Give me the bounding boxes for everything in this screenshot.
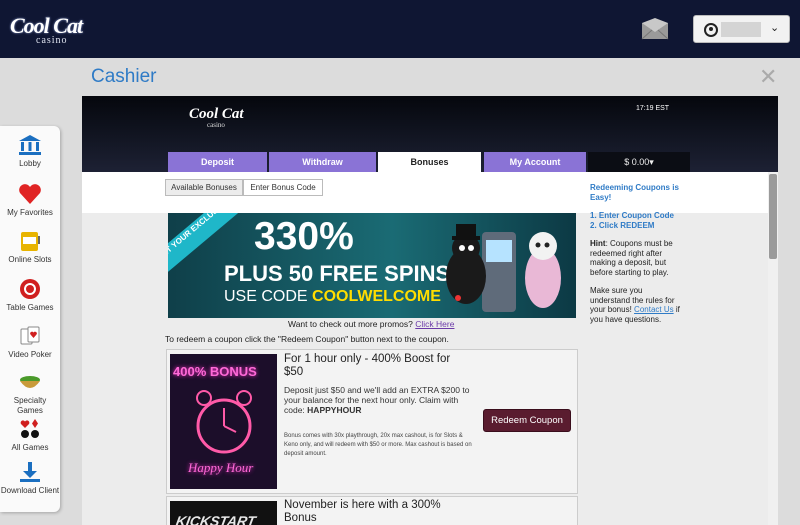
alarm-clock-icon (196, 390, 252, 454)
cashier-frame: Cool Cat casino 17:19 EST Deposit Withdr… (82, 96, 778, 525)
user-icon (704, 23, 718, 37)
coupon-description: Deposit just $50 and we'll add an EXTRA … (284, 385, 474, 415)
click-here-link[interactable]: Click Here (415, 319, 454, 329)
game-sidebar: Lobby My Favorites Online Slots Table Ga… (0, 126, 60, 512)
coupon-title: For 1 hour only - 400% Boost for $50 (284, 353, 451, 378)
top-header: Cool Cat casino ⌄ (0, 0, 800, 58)
more-promos-text: Want to check out more promos? Click Her… (288, 319, 454, 329)
sidebar-item-label: Download Client (0, 486, 60, 495)
cashier-header: Cool Cat casino 17:19 EST Deposit Withdr… (82, 96, 778, 174)
coupon-card: KICKSTART November is here with a 300% B… (166, 496, 578, 525)
help-step-1: 1. Enter Coupon Code (590, 211, 674, 220)
logo-sub-text: casino (36, 35, 68, 46)
bowl-icon (20, 376, 40, 388)
banner-headline: 330% (254, 215, 354, 258)
subtab-enter-bonus-code[interactable]: Enter Bonus Code (243, 179, 323, 196)
sidebar-item-video-poker[interactable]: Video Poker (0, 325, 60, 360)
redeem-coupon-button[interactable]: Redeem Coupon (483, 409, 571, 432)
sidebar-item-label: My Favorites (7, 208, 53, 217)
coupon-thumbnail: KICKSTART (170, 501, 277, 525)
coupon-help-panel: Redeeming Coupons is Easy! 1. Enter Coup… (590, 183, 682, 333)
sidebar-item-label: Online Slots (8, 255, 52, 264)
site-logo[interactable]: Cool Cat casino (10, 13, 92, 47)
cards-icon (20, 326, 40, 345)
slot-machine-icon (21, 232, 40, 251)
more-promos-question: Want to check out more promos? (288, 319, 413, 329)
clock-time: 17:19 EST (636, 105, 670, 112)
mail-icon[interactable] (641, 18, 669, 40)
help-step-2: 2. Click REDEEM (590, 220, 655, 230)
coupon-fine-print: Bonus comes with 30x playthrough, 20x ma… (284, 433, 472, 457)
coupon-thumbnail: 400% BONUS Happy Hour (170, 354, 277, 489)
cashier-logo: Cool Cat casino (189, 106, 249, 132)
balance-dropdown[interactable]: $ 0.00▾ (588, 152, 690, 172)
promo-banner[interactable]: GET YOUR EXCLUSIVE 330% PLUS 50 FREE SPI… (168, 213, 576, 318)
sidebar-item-label: Table Games (6, 303, 54, 312)
download-icon (20, 462, 40, 482)
suits-icon (20, 419, 39, 438)
cat-mascot-illustration (446, 224, 561, 312)
banner-subline: PLUS 50 FREE SPINS (224, 261, 451, 286)
sidebar-item-online-slots[interactable]: Online Slots (0, 230, 60, 265)
sidebar-item-label: All Games (11, 443, 49, 452)
page-title: Cashier (91, 66, 157, 87)
username-hidden (721, 22, 761, 37)
sidebar-item-all-games[interactable]: All Games (0, 418, 60, 453)
account-dropdown-button[interactable]: ⌄ (693, 15, 790, 43)
poker-chip-icon (20, 279, 40, 299)
banner-code-prefix: USE CODE (224, 288, 308, 305)
tab-my-account[interactable]: My Account (484, 152, 586, 172)
sidebar-item-lobby[interactable]: Lobby (0, 134, 60, 169)
sidebar-item-my-favorites[interactable]: My Favorites (0, 183, 60, 218)
chevron-down-icon: ⌄ (770, 22, 780, 34)
redeem-instructions: To redeem a coupon click the "Redeem Cou… (165, 334, 449, 344)
banner-code: COOLWELCOME (312, 288, 441, 305)
tab-bonuses[interactable]: Bonuses (378, 152, 481, 174)
coupon-title: November is here with a 300% Bonus (284, 499, 441, 524)
tab-withdraw[interactable]: Withdraw (269, 152, 376, 172)
coupon-code: HAPPYHOUR (307, 405, 362, 415)
sidebar-item-label: Lobby (19, 159, 41, 168)
coupon-thumb-subtitle: Happy Hour (188, 460, 254, 475)
coupon-thumb-title: KICKSTART (174, 513, 258, 525)
scrollbar[interactable] (768, 172, 778, 525)
heart-icon (19, 184, 41, 204)
sidebar-item-label: Specialty Games (13, 396, 47, 415)
bank-icon (19, 135, 41, 155)
scrollbar-thumb[interactable] (769, 174, 777, 259)
help-heading: Redeeming Coupons is Easy! (590, 183, 679, 202)
banner-code-line: USE CODE COOLWELCOME (224, 288, 441, 306)
contact-us-link[interactable]: Contact Us (634, 305, 674, 314)
sidebar-item-specialty-games[interactable]: Specialty Games (0, 371, 60, 416)
sidebar-item-label: Video Poker (8, 350, 52, 359)
sidebar-item-download-client[interactable]: Download Client (0, 461, 60, 496)
coupon-card: 400% BONUS Happy Hour For 1 hour only - … (166, 349, 578, 494)
close-icon[interactable]: ✕ (759, 66, 777, 88)
sidebar-item-table-games[interactable]: Table Games (0, 278, 60, 313)
tab-deposit[interactable]: Deposit (168, 152, 267, 172)
hint-label: Hint (590, 239, 606, 248)
coupon-thumb-title: 400% BONUS (173, 364, 257, 379)
cashier-logo-sub: casino (207, 121, 225, 129)
subtab-available-bonuses[interactable]: Available Bonuses (165, 179, 243, 196)
